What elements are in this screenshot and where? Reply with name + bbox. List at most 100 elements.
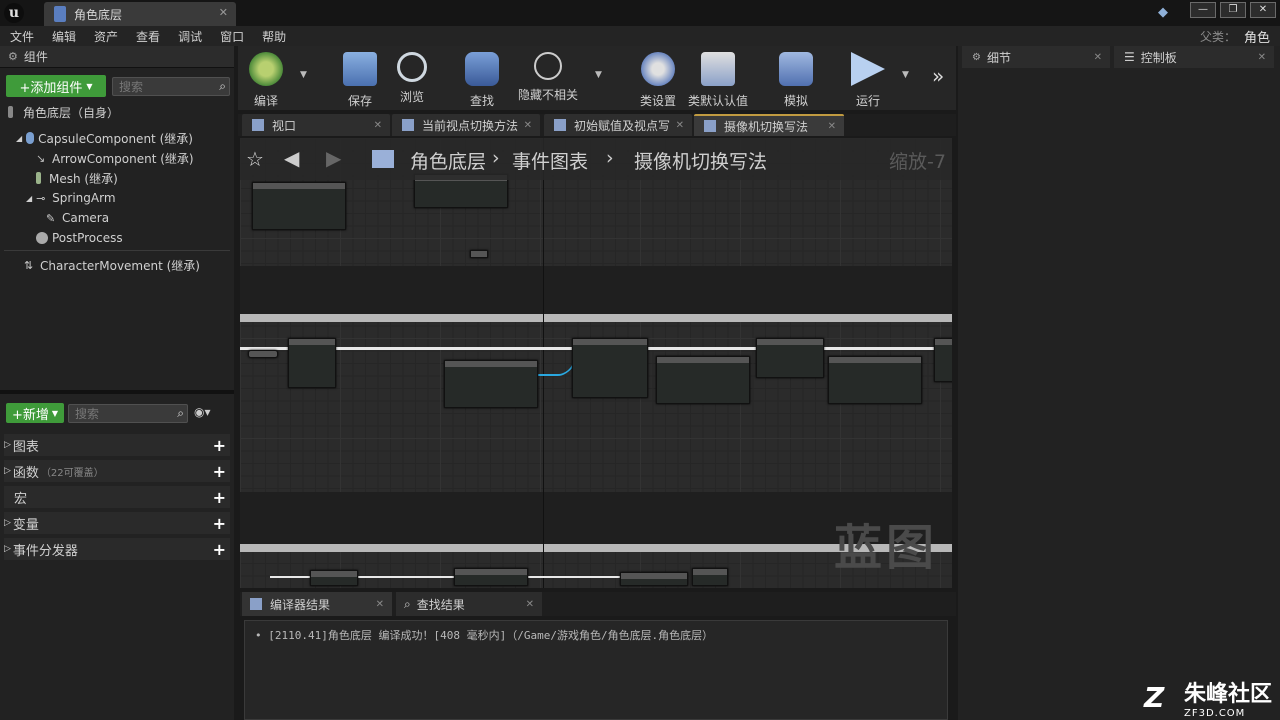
add-dispatcher-plus-icon[interactable]: + (213, 540, 226, 559)
breadcrumb-blueprint[interactable]: 角色底层 (410, 147, 486, 174)
view-options-eye-icon[interactable]: ◉▾ (194, 405, 211, 419)
menu-asset[interactable]: 资产 (94, 28, 118, 45)
menu-help[interactable]: 帮助 (262, 28, 286, 45)
components-tab[interactable]: ⚙ 组件 (0, 46, 234, 68)
compile-options-arrow-icon[interactable]: ▼ (300, 70, 307, 80)
forward-arrow-icon[interactable]: ▶ (326, 146, 341, 170)
compiler-log[interactable]: • [2110.41]角色底层 编译成功！[408 毫秒内]（/Game/游戏角… (244, 620, 948, 720)
event-node[interactable] (248, 350, 278, 358)
section-functions[interactable]: ▷ 函数 （22可覆盖） + (4, 460, 230, 482)
add-macro-plus-icon[interactable]: + (213, 488, 226, 507)
section-macros[interactable]: 宏 + (4, 486, 230, 508)
menu-window[interactable]: 窗口 (220, 28, 244, 45)
close-window-button[interactable]: ✕ (1250, 2, 1276, 18)
graph-node[interactable] (620, 572, 688, 586)
tab-camera-switch[interactable]: 摄像机切换写法 ✕ (694, 114, 844, 136)
back-arrow-icon[interactable]: ◀ (284, 146, 299, 170)
tree-item-movement[interactable]: ⇅ CharacterMovement (继承) (24, 255, 200, 275)
section-variables[interactable]: ▷ 变量 + (4, 512, 230, 534)
favorite-star-icon[interactable]: ☆ (246, 147, 264, 171)
graph-node[interactable] (692, 568, 728, 586)
tab-initial-assignment[interactable]: 初始赋值及视点写 ✕ (544, 114, 692, 136)
close-tab-icon[interactable]: ✕ (1258, 52, 1266, 63)
comment-header[interactable] (240, 314, 952, 322)
notification-icon[interactable]: ◆ (1158, 5, 1176, 21)
section-event-dispatchers[interactable]: ▷ 事件分发器 + (4, 538, 230, 560)
unreal-logo-icon[interactable]: u (4, 3, 24, 23)
graph-icon (554, 119, 566, 131)
tree-item-label: PostProcess (52, 231, 123, 245)
section-graphs[interactable]: ▷ 图表 + (4, 434, 230, 456)
find-button[interactable]: 查找 (454, 48, 510, 110)
browse-button[interactable]: 浏览 (384, 48, 440, 110)
tab-compiler-results[interactable]: 编译器结果 ✕ (242, 592, 392, 616)
menu-file[interactable]: 文件 (10, 28, 34, 45)
tab-details[interactable]: ⚙ 细节 ✕ (962, 46, 1110, 68)
graph-node[interactable] (288, 338, 336, 388)
class-settings-button[interactable]: 类设置 (630, 48, 686, 110)
menu-edit[interactable]: 编辑 (52, 28, 76, 45)
more-tools-icon[interactable]: » (932, 64, 944, 88)
close-tab-icon[interactable]: ✕ (676, 120, 684, 131)
hide-unrelated-button[interactable]: 隐藏不相关 (516, 48, 580, 110)
close-tab-icon[interactable]: ✕ (219, 6, 228, 19)
breadcrumb-event-graph[interactable]: 事件图表 (512, 147, 588, 174)
graph-node[interactable] (454, 568, 528, 586)
close-tab-icon[interactable]: ✕ (374, 120, 382, 131)
tab-viewport[interactable]: 视口 ✕ (242, 114, 390, 136)
close-tab-icon[interactable]: ✕ (526, 599, 534, 610)
menu-debug[interactable]: 调试 (178, 28, 202, 45)
reroute-node[interactable] (470, 250, 488, 258)
graph-node[interactable] (756, 338, 824, 378)
comment-box[interactable] (240, 266, 952, 314)
add-component-button[interactable]: +添加组件 ▼ (6, 75, 106, 97)
close-tab-icon[interactable]: ✕ (1094, 52, 1102, 63)
save-button[interactable]: 保存 (332, 48, 388, 110)
tab-view-switch-method[interactable]: 当前视点切换方法 ✕ (392, 114, 540, 136)
play-button[interactable]: 运行 (840, 48, 896, 110)
tab-palette[interactable]: ☰ 控制板 ✕ (1114, 46, 1274, 68)
simulate-button[interactable]: 模拟 (768, 48, 824, 110)
restore-button[interactable]: ❐ (1220, 2, 1246, 18)
graph-node[interactable] (252, 182, 346, 230)
tree-item-springarm[interactable]: ◢ ⊸ SpringArm (26, 188, 116, 208)
parent-class-label: 父类： (1199, 29, 1236, 44)
graph-node[interactable] (934, 338, 952, 382)
compile-button[interactable]: 编译 (238, 48, 294, 110)
tree-item-mesh[interactable]: Mesh (继承) (36, 168, 118, 188)
add-graph-plus-icon[interactable]: + (213, 436, 226, 455)
panel-splitter[interactable] (0, 390, 234, 394)
find-binoculars-icon (465, 52, 499, 86)
blueprint-graph[interactable]: ☆ ◀ ▶ 角色底层 › 事件图表 › 摄像机切换写法 缩放-7 蓝图 (240, 138, 952, 588)
tree-item-camera[interactable]: ✎ Camera (46, 208, 109, 228)
graph-node[interactable] (656, 356, 750, 404)
document-tab[interactable]: 角色底层 ✕ (44, 2, 236, 26)
add-new-button[interactable]: +新增 ▼ (6, 403, 64, 423)
tree-item-postprocess[interactable]: PostProcess (36, 228, 123, 248)
document-tab-label: 角色底层 (74, 8, 123, 22)
tab-find-results[interactable]: ⌕ 查找结果 ✕ (396, 592, 542, 616)
close-tab-icon[interactable]: ✕ (524, 120, 532, 131)
add-function-plus-icon[interactable]: + (213, 462, 226, 481)
component-search-input[interactable]: 搜索 ⌕ (112, 77, 230, 96)
minimize-button[interactable]: — (1190, 2, 1216, 18)
hide-options-arrow-icon[interactable]: ▼ (595, 70, 602, 80)
add-variable-plus-icon[interactable]: + (213, 514, 226, 533)
graph-node[interactable] (444, 360, 538, 408)
component-root[interactable]: 角色底层（自身） (8, 102, 119, 122)
divider (4, 250, 230, 251)
graph-node[interactable] (310, 570, 358, 586)
blueprint-search-input[interactable]: 搜索 ⌕ (68, 404, 188, 423)
graph-node[interactable] (572, 338, 648, 398)
tree-item-arrow[interactable]: ↘ ArrowComponent (继承) (36, 148, 194, 168)
close-tab-icon[interactable]: ✕ (376, 599, 384, 610)
graph-tabs: 视口 ✕ 当前视点切换方法 ✕ 初始赋值及视点写 ✕ 摄像机切换写法 ✕ (238, 114, 956, 136)
graph-node[interactable] (828, 356, 922, 404)
browse-label: 浏览 (399, 90, 424, 104)
class-defaults-button[interactable]: 类默认认值 (688, 48, 748, 110)
close-tab-icon[interactable]: ✕ (828, 121, 836, 132)
play-options-arrow-icon[interactable]: ▼ (902, 70, 909, 80)
menu-view[interactable]: 查看 (136, 28, 160, 45)
tree-item-capsule[interactable]: ◢ CapsuleComponent (继承) (16, 128, 193, 148)
parent-class-value[interactable]: 角色 (1244, 27, 1270, 46)
